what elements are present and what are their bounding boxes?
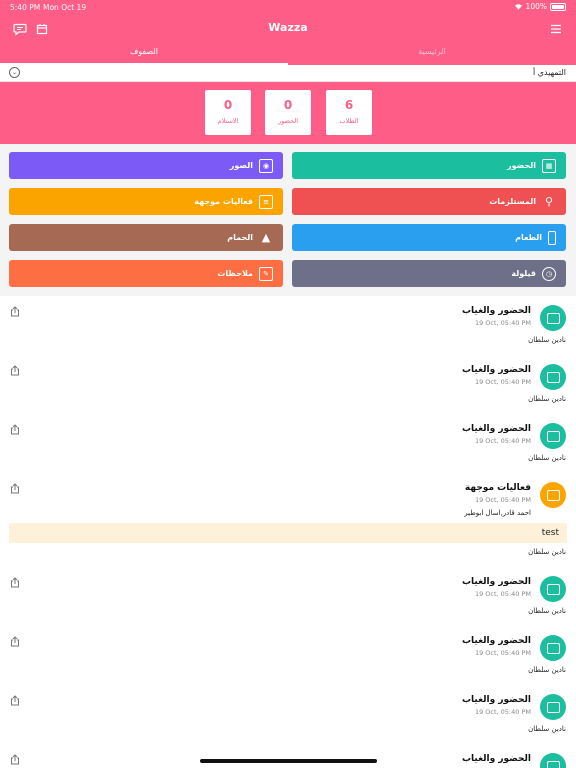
stat-pickup-value: 0	[223, 98, 233, 112]
notes-button[interactable]: ملاحظات ✎	[9, 260, 283, 287]
food-button-label: الطعام	[515, 233, 542, 242]
activity-icon: ≡	[259, 194, 273, 209]
feed-item-time: 19 Oct, 05:40 PM	[474, 319, 531, 327]
food-button[interactable]: الطعام	[292, 224, 566, 251]
feed-item-time: 19 Oct, 05:40 PM	[474, 496, 531, 504]
tab-bar: الصفوف الرئيسية	[0, 44, 576, 65]
action-grid: الحضور ▦ الصور ◉ المستلزمات ⚲ فعاليات مو…	[0, 144, 576, 296]
chevron-down-icon[interactable]: ⌄	[9, 67, 20, 78]
attendance-avatar	[540, 423, 566, 449]
attendance-button[interactable]: الحضور ▦	[292, 152, 566, 179]
feed-item-students: احمد قادر,اسال ابوطير	[464, 509, 531, 517]
feed-item-time: 19 Oct, 05:40 PM	[474, 708, 531, 716]
feed-item-time: 19 Oct, 05:40 PM	[474, 378, 531, 386]
feed-item-note: test	[9, 523, 567, 543]
stat-students-value: 6	[344, 98, 354, 112]
attendance-avatar	[540, 305, 566, 331]
feed-item-title: فعاليات موجهة	[464, 483, 531, 493]
app-title: Wazza	[268, 21, 308, 34]
attendance-avatar	[540, 364, 566, 390]
tab-classes[interactable]: الصفوف	[0, 44, 288, 65]
attendance-avatar	[540, 576, 566, 602]
feed-item-author: نادين سلطان	[528, 336, 566, 344]
feed-item-title: الحضور والغياب	[461, 306, 531, 316]
stat-students: 6 الطلاب	[326, 90, 372, 135]
notes-button-label: ملاحظات	[217, 269, 253, 278]
search-icon: ⚲	[544, 195, 554, 208]
share-icon[interactable]	[10, 636, 20, 647]
share-icon[interactable]	[10, 695, 20, 706]
stat-attendance-label: الحضور	[277, 117, 299, 125]
camera-icon: ◉	[259, 158, 273, 173]
status-date: Mon Oct 19	[43, 3, 87, 12]
feed-item-title: الحضور والغياب	[461, 577, 531, 587]
class-selector[interactable]: ⌄ التمهيدي أ	[0, 65, 576, 82]
wifi-icon	[514, 4, 522, 10]
menu-icon[interactable]	[548, 21, 564, 37]
feed-item-time: 19 Oct, 05:40 PM	[474, 437, 531, 445]
feed-item-title: الحضور والغياب	[461, 754, 531, 764]
battery-percent: 100%	[525, 2, 547, 11]
attendance-avatar	[540, 635, 566, 661]
status-bar: 5:40 PM Mon Oct 19 100%	[0, 0, 576, 14]
bathroom-button-label: الحمام	[227, 233, 253, 242]
feed-item-author: نادين سلطان	[528, 725, 566, 733]
share-icon[interactable]	[10, 424, 20, 435]
stat-pickup: 0 الاستلام	[205, 90, 251, 135]
attendance-avatar	[540, 694, 566, 720]
potty-icon: ▲	[261, 231, 271, 244]
feed-item-author: نادين سلطان	[528, 666, 566, 674]
note-icon: ✎	[259, 266, 273, 281]
home-indicator	[200, 759, 377, 763]
activity-avatar	[540, 482, 566, 508]
attendance-button-label: الحضور	[506, 161, 536, 170]
stat-attendance: 0 الحضور	[265, 90, 311, 135]
bottle-icon	[548, 230, 556, 245]
bathroom-button[interactable]: الحمام ▲	[9, 224, 283, 251]
nap-button-label: قيلولة	[511, 269, 536, 278]
share-icon[interactable]	[10, 483, 20, 494]
feed-item-title: الحضور والغياب	[461, 695, 531, 705]
alarm-icon: ◷	[542, 266, 556, 281]
share-icon[interactable]	[10, 577, 20, 588]
stat-students-label: الطلاب	[339, 117, 359, 125]
class-name: التمهيدي أ	[532, 68, 566, 77]
status-indicators: 100%	[514, 2, 566, 11]
nap-button[interactable]: قيلولة ◷	[292, 260, 566, 287]
stat-attendance-value: 0	[283, 98, 293, 112]
photos-button-label: الصور	[229, 161, 253, 170]
attendance-icon: ▦	[542, 158, 556, 173]
feed-item-author: نادين سلطان	[528, 548, 566, 556]
feed-item-time: 19 Oct, 05:40 PM	[474, 590, 531, 598]
activities-button[interactable]: فعاليات موجهة ≡	[9, 188, 283, 215]
photos-button[interactable]: الصور ◉	[9, 152, 283, 179]
tab-home[interactable]: الرئيسية	[288, 44, 576, 65]
supplies-button[interactable]: المستلزمات ⚲	[292, 188, 566, 215]
activity-feed: الحضور والغياب 19 Oct, 05:40 PM نادين سل…	[0, 296, 576, 768]
feed-item-time: 19 Oct, 05:40 PM	[474, 649, 531, 657]
feed-item-title: الحضور والغياب	[461, 365, 531, 375]
supplies-button-label: المستلزمات	[489, 197, 536, 206]
feed-item-title: الحضور والغياب	[461, 636, 531, 646]
share-icon[interactable]	[10, 306, 20, 317]
app-header: Wazza	[0, 14, 576, 44]
feed-item-author: نادين سلطان	[528, 454, 566, 462]
stat-pickup-label: الاستلام	[217, 117, 239, 125]
status-time: 5:40 PM	[10, 3, 41, 12]
feed-item-author: نادين سلطان	[528, 395, 566, 403]
stats-panel: 0 الاستلام 0 الحضور 6 الطلاب	[0, 82, 576, 144]
share-icon[interactable]	[10, 754, 20, 765]
feed-item-title: الحضور والغياب	[461, 424, 531, 434]
share-icon[interactable]	[10, 365, 20, 376]
activities-button-label: فعاليات موجهة	[194, 197, 253, 206]
feed-item-author: نادين سلطان	[528, 607, 566, 615]
battery-icon	[550, 2, 566, 11]
attendance-avatar	[540, 753, 566, 768]
